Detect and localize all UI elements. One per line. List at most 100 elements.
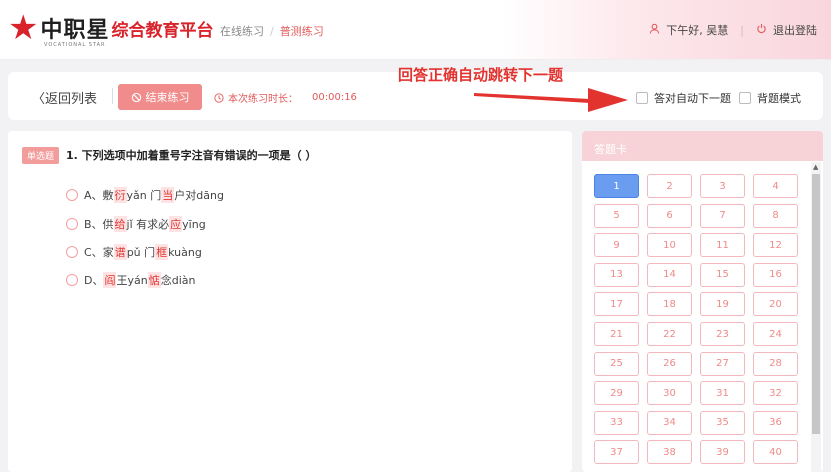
emphasized-char: 衍 bbox=[113, 187, 127, 203]
question-number-cell[interactable]: 33 bbox=[594, 410, 639, 435]
auto-next-checkbox[interactable]: 答对自动下一题 bbox=[636, 90, 731, 106]
question-number-cell[interactable]: 7 bbox=[700, 203, 745, 228]
answer-card-panel: 答题卡 1 2 3 4 5 6 7 8 9 10 11 12 13 14 15 16 17 18 19 20 21 22 2… bbox=[582, 131, 823, 472]
toolbar-divider bbox=[112, 88, 113, 104]
checkbox-box[interactable] bbox=[636, 92, 648, 104]
radio-button[interactable] bbox=[66, 189, 78, 201]
power-icon bbox=[756, 23, 767, 37]
question-number-cell[interactable]: 34 bbox=[647, 410, 692, 435]
question-number-cell[interactable]: 22 bbox=[647, 322, 692, 346]
question-number-cell[interactable]: 37 bbox=[594, 440, 639, 465]
memorize-mode-label: 背题模式 bbox=[757, 92, 801, 105]
question-number-cell[interactable]: 10 bbox=[647, 233, 692, 258]
emphasized-char: 当 bbox=[161, 187, 175, 203]
question-number-cell[interactable]: 17 bbox=[594, 292, 639, 317]
question-number-cell[interactable]: 23 bbox=[700, 322, 745, 346]
scroll-up-icon[interactable]: ▲ bbox=[813, 163, 818, 171]
logo-subtitle: VOCATIONAL STAR bbox=[44, 42, 106, 48]
option-d[interactable]: D、 阎王yán 惦念diàn bbox=[66, 272, 195, 288]
option-text: jǐ 有求必 bbox=[126, 218, 170, 231]
question-number-cell[interactable]: 5 bbox=[594, 203, 639, 228]
question-number-cell[interactable]: 19 bbox=[700, 292, 745, 317]
question-number-cell[interactable]: 16 bbox=[753, 262, 798, 287]
practice-timer: 本次练习时长： 00:00:16 bbox=[214, 90, 357, 105]
end-practice-label: 结束练习 bbox=[145, 91, 190, 104]
question-panel: 单选题 1. 下列选项中加着重号字注音有错误的一项是（ ） A、 敷衍 yǎn 门… bbox=[8, 131, 572, 472]
user-icon bbox=[649, 23, 660, 37]
question-number-cell[interactable]: 24 bbox=[753, 322, 798, 346]
annotation-arrow-icon bbox=[474, 88, 628, 112]
option-c[interactable]: C、 家谱 pǔ 门框 kuàng bbox=[66, 244, 202, 260]
option-a[interactable]: A、 敷衍 yǎn 门当户对dāng bbox=[66, 187, 224, 203]
question-number-cell[interactable]: 35 bbox=[700, 410, 745, 435]
question-number-cell[interactable]: 9 bbox=[594, 233, 639, 258]
radio-button[interactable] bbox=[66, 218, 78, 230]
question-number-cell[interactable]: 15 bbox=[700, 262, 745, 287]
radio-button[interactable] bbox=[66, 274, 78, 286]
question-number-cell[interactable]: 29 bbox=[594, 381, 639, 406]
emphasized-char: 框 bbox=[155, 244, 169, 260]
question-number-cell[interactable]: 40 bbox=[753, 440, 798, 465]
breadcrumb-item-online[interactable]: 在线练习 bbox=[220, 23, 264, 39]
question-number-cell[interactable]: 18 bbox=[647, 292, 692, 317]
end-practice-button[interactable]: 结束练习 bbox=[118, 84, 202, 110]
option-text: 家 bbox=[102, 246, 114, 259]
answer-card-scrollbar[interactable]: ▲ bbox=[811, 162, 821, 472]
radio-button[interactable] bbox=[66, 246, 78, 258]
question-number-cell[interactable]: 4 bbox=[753, 174, 798, 198]
question-number-cell[interactable]: 6 bbox=[647, 203, 692, 228]
emphasized-char: 应 bbox=[169, 216, 183, 232]
question-number-cell[interactable]: 21 bbox=[594, 322, 639, 346]
option-text: pǔ 门 bbox=[126, 246, 156, 259]
checkbox-box[interactable] bbox=[739, 92, 751, 104]
logout-link[interactable]: 退出登陆 bbox=[773, 22, 817, 38]
question-number-cell[interactable]: 2 bbox=[647, 174, 692, 198]
timer-label: 本次练习时长： bbox=[228, 94, 298, 105]
emphasized-char: 给 bbox=[113, 216, 127, 232]
question-number-cell[interactable]: 14 bbox=[647, 262, 692, 287]
option-text: 敷 bbox=[102, 189, 114, 202]
question-number-cell[interactable]: 12 bbox=[753, 233, 798, 258]
question-number-cell[interactable]: 11 bbox=[700, 233, 745, 258]
top-header: ★ 中职星 综合教育平台 VOCATIONAL STAR 在线练习 / 普测练习… bbox=[0, 0, 831, 60]
answer-card-title: 答题卡 bbox=[582, 131, 823, 161]
auto-next-label: 答对自动下一题 bbox=[654, 92, 731, 105]
option-b[interactable]: B、 供给 jǐ 有求必应 yīng bbox=[66, 216, 206, 232]
question-number-cell[interactable]: 13 bbox=[594, 262, 639, 287]
question-number-cell[interactable]: 3 bbox=[700, 174, 745, 198]
question-number-cell[interactable]: 39 bbox=[700, 440, 745, 465]
question-number-cell[interactable]: 32 bbox=[753, 381, 798, 406]
question-number-cell[interactable]: 26 bbox=[647, 351, 692, 376]
option-prefix: C、 bbox=[84, 246, 103, 259]
question-number-cell[interactable]: 1 bbox=[594, 174, 639, 198]
question-number-cell[interactable]: 25 bbox=[594, 351, 639, 376]
user-area: 下午好, 吴慧 | 退出登陆 bbox=[649, 22, 817, 38]
question-number-cell[interactable]: 28 bbox=[753, 351, 798, 376]
question-number-cell[interactable]: 30 bbox=[647, 381, 692, 406]
memorize-mode-checkbox[interactable]: 背题模式 bbox=[739, 90, 801, 106]
question-number-cell[interactable]: 31 bbox=[700, 381, 745, 406]
question-number-cell[interactable]: 8 bbox=[753, 203, 798, 228]
breadcrumb: 在线练习 / 普测练习 bbox=[220, 23, 324, 39]
option-text: 念diàn bbox=[160, 274, 196, 287]
emphasized-char: 谱 bbox=[113, 244, 127, 260]
header-divider: | bbox=[740, 23, 744, 37]
option-text: yǎn 门 bbox=[126, 189, 162, 202]
emphasized-char: 阎 bbox=[103, 272, 117, 288]
question-number-cell[interactable]: 20 bbox=[753, 292, 798, 317]
option-text: kuàng bbox=[168, 245, 202, 259]
star-logo-icon: ★ bbox=[8, 8, 39, 48]
breadcrumb-separator: / bbox=[270, 24, 274, 38]
question-number-cell[interactable]: 36 bbox=[753, 410, 798, 435]
option-text: 户对dāng bbox=[174, 189, 224, 202]
clock-icon bbox=[214, 92, 224, 103]
option-prefix: B、 bbox=[84, 218, 103, 231]
question-number-cell[interactable]: 38 bbox=[647, 440, 692, 465]
option-prefix: A、 bbox=[84, 189, 103, 202]
scrollbar-thumb[interactable] bbox=[812, 174, 820, 434]
logo-platform: 综合教育平台 bbox=[111, 20, 214, 41]
app-logo[interactable]: ★ 中职星 综合教育平台 VOCATIONAL STAR bbox=[8, 6, 214, 50]
logo-brand: 中职星 bbox=[40, 18, 110, 43]
back-to-list-link[interactable]: 〈返回列表 bbox=[32, 88, 97, 107]
question-number-cell[interactable]: 27 bbox=[700, 351, 745, 376]
